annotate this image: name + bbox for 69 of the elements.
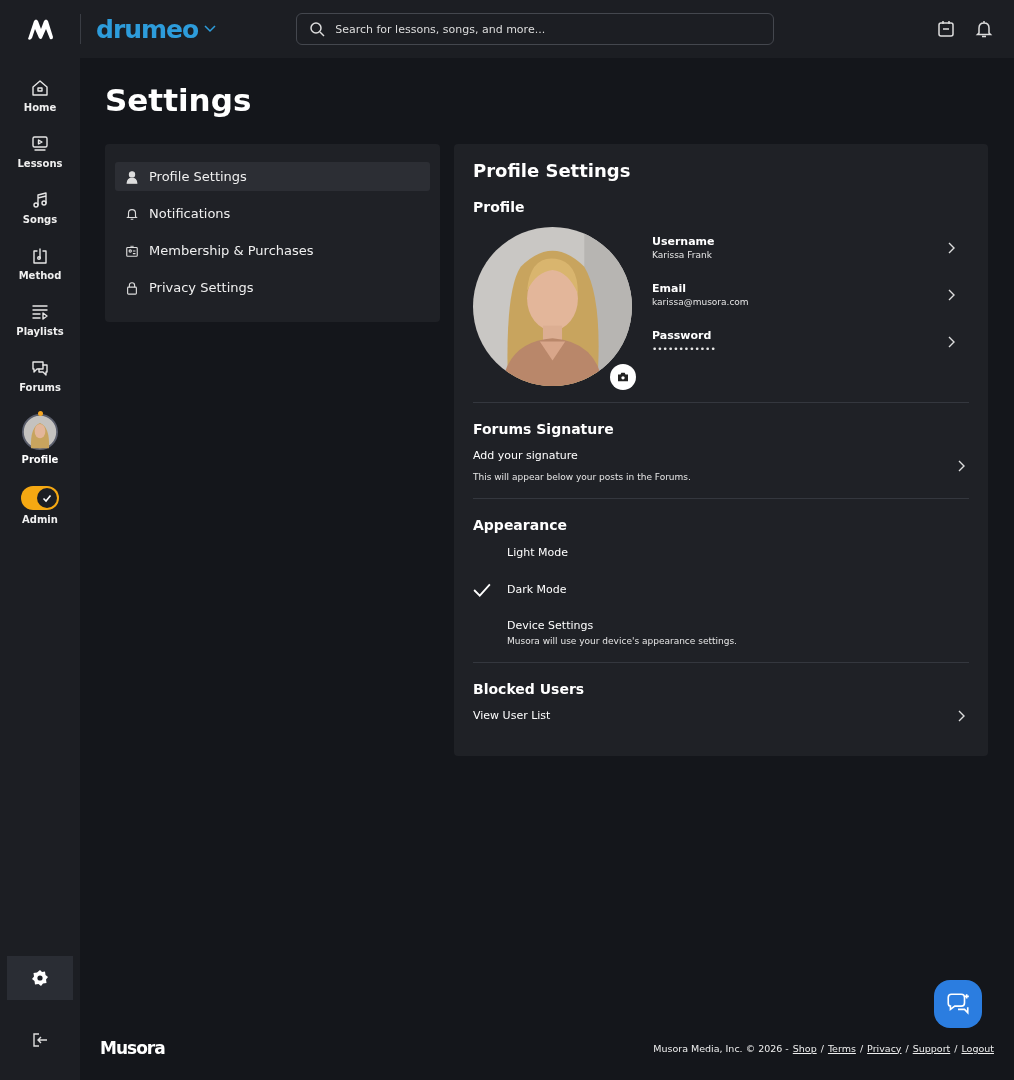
check-icon (41, 492, 53, 504)
profile-field-row[interactable]: Password •••••••••••• (652, 329, 969, 354)
camera-button[interactable] (610, 364, 636, 390)
footer-link[interactable]: Terms (827, 1042, 856, 1054)
profile-field-row[interactable]: Username Karissa Frank (652, 235, 969, 260)
play-screen-icon (30, 134, 50, 154)
section-heading: Blocked Users (473, 681, 586, 697)
chat-icon (945, 991, 971, 1017)
search-icon (309, 21, 326, 37)
book-note-icon (30, 246, 50, 266)
footer-link[interactable]: Support (912, 1042, 951, 1054)
panel-title: Profile Settings (473, 160, 632, 181)
appearance-option[interactable]: Light Mode (473, 545, 969, 560)
bell-icon (125, 206, 139, 221)
person-icon (125, 169, 139, 184)
lock-icon (125, 280, 139, 295)
nav-item[interactable]: Songs (18, 188, 62, 227)
playlist-icon (30, 302, 50, 322)
appearance-option[interactable]: Device Settings Musora will use your device's appearance settings. (473, 619, 969, 646)
appearance-option[interactable]: Dark Mode (473, 582, 969, 597)
nav-item[interactable]: Profile (17, 412, 63, 467)
separator: / (820, 1042, 824, 1054)
section-heading: Forums Signature (473, 421, 615, 437)
nav-item[interactable]: Method (14, 244, 66, 283)
logout-icon (30, 1030, 50, 1050)
chevron-right-icon (957, 709, 965, 722)
brand-menu[interactable]: drumeo (80, 14, 217, 44)
chat-button[interactable] (934, 980, 982, 1028)
menu-item[interactable]: Privacy Settings (115, 273, 430, 302)
user-list-row[interactable]: View User List (473, 709, 969, 722)
nav-item[interactable]: Lessons (13, 132, 67, 171)
caret-icon (204, 25, 217, 33)
chevron-right-icon (947, 335, 955, 348)
nav-item[interactable]: Forums (15, 356, 65, 395)
nav-item[interactable]: Playlists (12, 300, 68, 339)
chevron-right-icon (957, 459, 965, 472)
signature-row[interactable]: Add your signature This will appear below your posts in the Forums. (473, 449, 969, 482)
footer-logo: Musora (100, 1038, 165, 1058)
active-dot (38, 411, 43, 416)
settings-button[interactable] (7, 956, 73, 1000)
camera-icon (617, 372, 629, 382)
check-icon (473, 582, 491, 597)
chevron-right-icon (947, 288, 955, 301)
footer-link[interactable]: Privacy (867, 1042, 902, 1054)
nav-item[interactable]: Home (19, 76, 61, 115)
copyright-text: Musora Media, Inc. © 2026 - (653, 1042, 789, 1054)
profile-field-row[interactable]: Email karissa@musora.com (652, 282, 969, 307)
footer-link[interactable]: Shop (792, 1042, 817, 1054)
menu-item[interactable]: Profile Settings (115, 162, 430, 191)
section-heading: Appearance (473, 517, 568, 533)
music-note-icon (30, 190, 50, 210)
calendar-icon[interactable] (936, 19, 956, 39)
search-field[interactable]: Search for lessons, songs, and more... (296, 13, 775, 45)
section-heading: Profile (473, 199, 526, 215)
separator: / (954, 1042, 958, 1054)
chevron-right-icon (947, 241, 955, 254)
footer-link[interactable]: Logout (961, 1042, 994, 1054)
id-card-icon (125, 243, 139, 258)
house-icon (30, 78, 50, 98)
menu-item[interactable]: Membership & Purchases (115, 236, 430, 265)
chat-bubbles-icon (30, 358, 50, 378)
logo-icon (25, 17, 55, 41)
admin-toggle[interactable]: Admin (17, 484, 63, 527)
gear-icon (30, 968, 50, 988)
bell-icon[interactable] (974, 19, 994, 39)
separator: / (905, 1042, 909, 1054)
page-title: Settings (105, 82, 253, 118)
separator: / (859, 1042, 864, 1054)
menu-item[interactable]: Notifications (115, 199, 430, 228)
